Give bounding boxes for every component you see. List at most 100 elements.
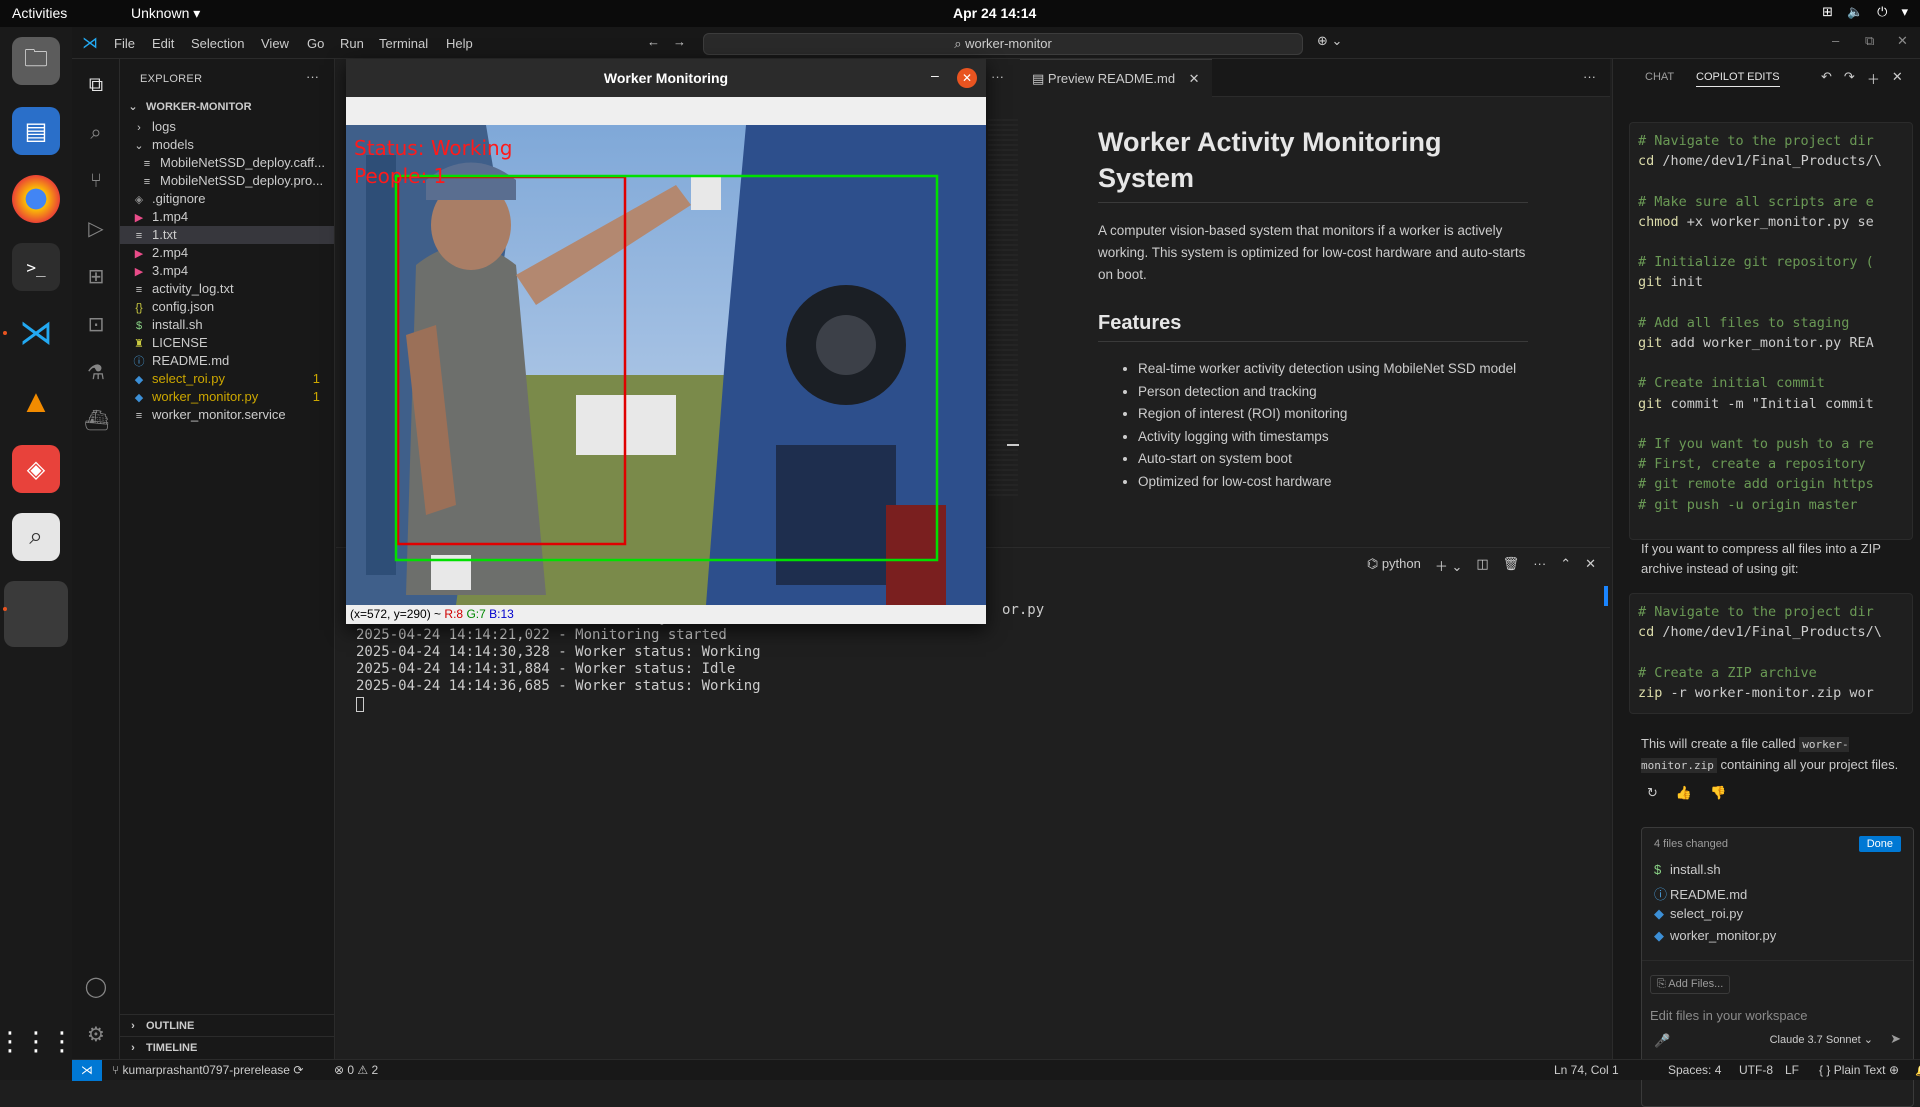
workspace-root[interactable]: ⌄ WORKER-MONITOR <box>120 96 334 118</box>
more-actions-icon[interactable]: ··· <box>1533 556 1546 575</box>
file-tree-item[interactable]: ≡ MobileNetSSD_deploy.caff... <box>120 154 334 172</box>
thumbs-up-icon[interactable]: 👍 <box>1676 785 1692 801</box>
file-tree-item[interactable]: ◆ select_roi.py 1 <box>120 370 334 388</box>
edit-input[interactable]: Edit files in your workspace <box>1650 1008 1808 1023</box>
close-icon[interactable]: ✕ <box>1189 71 1200 86</box>
chevron-down-icon[interactable]: ▾ <box>1901 4 1908 20</box>
remote-indicator-icon[interactable]: ⋊ <box>72 1060 102 1081</box>
copilot-status-icon[interactable]: ⊕ <box>1889 1060 1899 1080</box>
thumbs-down-icon[interactable]: 👎 <box>1710 785 1726 801</box>
minimize-icon[interactable]: – <box>931 67 939 83</box>
close-icon[interactable]: ✕ <box>1897 33 1908 49</box>
close-icon[interactable]: ✕ <box>1892 69 1903 88</box>
file-tree-item[interactable]: ▶ 2.mp4 <box>120 244 334 262</box>
indentation[interactable]: Spaces: 4 <box>1668 1060 1721 1080</box>
trash-icon[interactable]: 🗑 <box>1503 556 1520 575</box>
chrome-icon[interactable] <box>12 175 60 223</box>
line-ending[interactable]: LF <box>1785 1060 1799 1080</box>
vlc-icon[interactable]: ▲ <box>12 377 60 425</box>
problems-indicator[interactable]: ⊗ 0 ⚠ 2 <box>334 1060 378 1080</box>
files-icon[interactable]: 🗀 <box>12 37 60 85</box>
menu-selection[interactable]: Selection <box>191 36 244 51</box>
file-tree-item[interactable]: ≡ activity_log.txt <box>120 280 334 298</box>
undo-icon[interactable]: ↶ <box>1821 69 1832 88</box>
back-arrow-icon[interactable]: ← <box>647 34 660 49</box>
changed-file-item[interactable]: ◆ select_roi.py <box>1654 906 1743 922</box>
changed-file-item[interactable]: $ install.sh <box>1654 862 1721 877</box>
tab-preview-readme[interactable]: ▤ Preview README.md ✕ <box>1020 59 1212 97</box>
search-icon[interactable]: ⌕ <box>84 121 108 145</box>
gear-icon[interactable]: ⚙ <box>84 1023 108 1047</box>
worker-monitoring-window[interactable]: Worker Monitoring – ✕ Status: Working Pe… <box>346 59 986 624</box>
app-menu[interactable]: Unknown ▾ <box>131 5 200 22</box>
terminal-output[interactable]: 2025-04-24 14:14:21,019 - Model ready202… <box>356 610 761 712</box>
menu-view[interactable]: View <box>261 36 289 51</box>
search-icon[interactable]: ⌕ <box>12 513 60 561</box>
redo-icon[interactable]: ↷ <box>1844 69 1855 88</box>
file-tree-item[interactable]: ▶ 3.mp4 <box>120 262 334 280</box>
file-tree-item[interactable]: ≡ worker_monitor.service <box>120 406 334 424</box>
menu-terminal[interactable]: Terminal <box>379 36 428 51</box>
file-tree-item[interactable]: ⓘ README.md <box>120 352 334 370</box>
file-tree-item[interactable]: ≡ 1.txt <box>120 226 334 244</box>
model-picker[interactable]: Claude 3.7 Sonnet ⌄ <box>1770 1033 1873 1046</box>
scrollbar[interactable] <box>1604 586 1608 606</box>
activities-button[interactable]: Activities <box>12 5 67 21</box>
app-grid-icon[interactable]: ⋮⋮⋮ <box>0 1017 75 1065</box>
code-block-git[interactable]: # Navigate to the project dir cd /home/de… <box>1629 122 1913 540</box>
plus-icon[interactable]: ＋ <box>1867 69 1880 88</box>
menu-file[interactable]: File <box>114 36 135 51</box>
restore-icon[interactable]: ⧉ <box>1865 33 1874 49</box>
account-icon[interactable]: ◯ <box>84 975 108 999</box>
command-center-search[interactable]: ⌕ worker-monitor <box>703 33 1303 55</box>
changed-file-item[interactable]: ⓘ README.md <box>1654 884 1747 903</box>
testing-icon[interactable]: ⚗ <box>84 361 108 385</box>
menu-run[interactable]: Run <box>340 36 364 51</box>
active-window-icon[interactable] <box>4 581 68 647</box>
file-tree-item[interactable]: ♜ LICENSE <box>120 334 334 352</box>
microphone-icon[interactable]: 🎤 <box>1654 1033 1670 1049</box>
more-actions-icon[interactable]: ··· <box>991 69 1004 84</box>
maximize-panel-icon[interactable]: ⌃ <box>1560 556 1571 575</box>
menu-edit[interactable]: Edit <box>152 36 174 51</box>
writer-icon[interactable]: ▤ <box>12 107 60 155</box>
add-files-button[interactable]: ⎘ Add Files... <box>1650 975 1731 994</box>
notifications-icon[interactable]: 🔔 <box>1915 1060 1920 1080</box>
branch-indicator[interactable]: ⑂ kumarprashant0797-prerelease ⟳ <box>112 1060 303 1080</box>
video-frame[interactable]: Status: Working People: 1 <box>346 125 986 605</box>
more-actions-icon[interactable]: ··· <box>306 69 319 84</box>
new-terminal-icon[interactable]: ＋ ⌄ <box>1435 556 1463 575</box>
terminal-shell-label[interactable]: ⌬ python <box>1367 556 1421 575</box>
close-icon[interactable]: ✕ <box>1585 556 1596 575</box>
outline-section[interactable]: › OUTLINE <box>120 1014 334 1036</box>
split-terminal-icon[interactable]: ◫ <box>1476 556 1488 575</box>
docker-icon[interactable]: ⛴ <box>84 409 109 433</box>
clock[interactable]: Apr 24 14:14 <box>953 5 1036 21</box>
done-button[interactable]: Done <box>1858 836 1901 852</box>
vscode-icon[interactable]: ⋊ <box>12 309 60 357</box>
file-tree-item[interactable]: ◈ .gitignore <box>120 190 334 208</box>
menu-go[interactable]: Go <box>307 36 324 51</box>
file-tree-item[interactable]: $ install.sh <box>120 316 334 334</box>
encoding[interactable]: UTF-8 <box>1739 1060 1773 1080</box>
retry-icon[interactable]: ↻ <box>1647 785 1658 801</box>
close-icon[interactable]: ✕ <box>957 68 977 88</box>
file-tree-item[interactable]: {} config.json <box>120 298 334 316</box>
changed-file-item[interactable]: ◆ worker_monitor.py <box>1654 928 1776 944</box>
more-actions-icon[interactable]: ··· <box>1583 69 1596 84</box>
file-tree-item[interactable]: ≡ MobileNetSSD_deploy.pro... <box>120 172 334 190</box>
tab-chat[interactable]: CHAT <box>1645 71 1674 83</box>
copilot-icon[interactable]: ⊕ ⌄ <box>1317 33 1342 49</box>
file-tree-item[interactable]: ⌄ models <box>120 136 334 154</box>
window-title[interactable]: Worker Monitoring <box>346 59 986 97</box>
power-icon[interactable]: ⏻ <box>1877 4 1887 20</box>
system-tray[interactable]: ⊞ 🔈 ⏻ ▾ <box>1822 4 1908 20</box>
file-tree-item[interactable]: › logs <box>120 118 334 136</box>
minimize-icon[interactable]: – <box>1832 33 1839 48</box>
language-mode[interactable]: { } Plain Text <box>1819 1060 1886 1080</box>
source-control-icon[interactable]: ⑂ <box>84 169 108 193</box>
sash[interactable] <box>1007 444 1019 446</box>
extensions-icon[interactable]: ⊞ <box>84 265 108 289</box>
send-icon[interactable]: ➤ <box>1890 1031 1901 1047</box>
anydesk-icon[interactable]: ◈ <box>12 445 60 493</box>
